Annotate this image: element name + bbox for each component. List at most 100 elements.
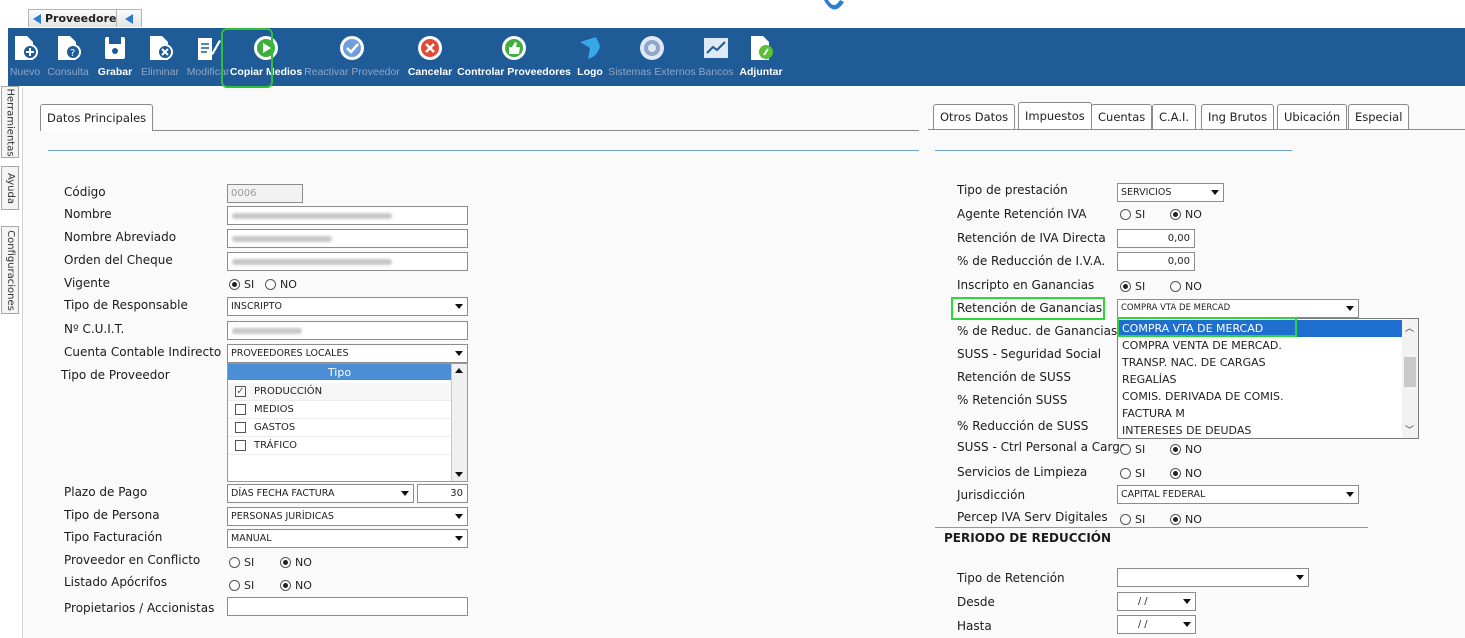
tab-cai[interactable]: C.A.I. (1152, 104, 1197, 129)
list-item[interactable]: ✓ PRODUCCIÓN (228, 383, 451, 401)
nuevo-button[interactable]: Nuevo (8, 28, 42, 86)
consulta-button[interactable]: ? Consulta (42, 28, 94, 86)
vigente-no-radio[interactable]: NO (265, 278, 297, 291)
limpieza-no-radio[interactable]: NO (1170, 467, 1202, 480)
copiar-medios-button[interactable]: Copiar Medios (230, 28, 302, 86)
dropdown-scrollbar[interactable]: ︿ ﹀ (1402, 319, 1418, 438)
pct-red-suss-label: % Reducción de SUSS (957, 419, 1089, 433)
cuenta-contable-select[interactable]: PROVEEDORES LOCALES (227, 344, 468, 363)
hasta-date-select[interactable]: / / (1117, 615, 1196, 634)
apocrifos-si-radio[interactable]: SI (229, 579, 254, 592)
orden-cheque-field[interactable] (227, 252, 468, 271)
dropdown-option[interactable]: COMIS. DERIVADA DE COMIS. (1119, 388, 1402, 405)
document-tab-proveedores[interactable]: Proveedores (28, 9, 130, 27)
red-iva-label: % de Reducción de I.V.A. (957, 254, 1106, 268)
logo-button[interactable]: Logo (572, 28, 608, 86)
separator-line (935, 150, 1292, 151)
vigente-si-radio[interactable]: SI (229, 278, 254, 291)
tab-datos-principales[interactable]: Datos Principales (40, 104, 154, 131)
adjuntar-button[interactable]: Adjuntar (736, 28, 786, 86)
tab-impuestos[interactable]: Impuestos (1018, 102, 1092, 129)
tab-ing-brutos[interactable]: Ing Brutos (1201, 104, 1275, 129)
tab-cuentas[interactable]: Cuentas (1091, 104, 1153, 129)
checkbox-icon[interactable] (235, 422, 246, 433)
percep-si-radio[interactable]: SI (1120, 513, 1145, 526)
tipo-persona-select[interactable]: PERSONAS JURÍDICAS (227, 507, 468, 526)
suss-ctrl-no-radio[interactable]: NO (1170, 443, 1202, 456)
checkbox-icon[interactable] (235, 440, 246, 451)
consulta-label: Consulta (47, 66, 89, 78)
list-item[interactable]: MEDIOS (228, 401, 451, 419)
radio-dot (1120, 514, 1131, 525)
chevron-down-icon[interactable]: ﹀ (1405, 423, 1414, 436)
nombre-field[interactable] (227, 206, 468, 225)
tab-label: Otros Datos (940, 110, 1009, 124)
controlar-proveedores-button[interactable]: Controlar Proveedores (456, 28, 572, 86)
tipo-retencion-select[interactable] (1117, 568, 1309, 587)
new-document-tab[interactable] (116, 9, 142, 27)
tab-ubicacion[interactable]: Ubicación (1277, 104, 1348, 129)
dropdown-option[interactable]: COMPRA VENTA DE MERCAD. (1119, 337, 1402, 354)
cuit-field[interactable] (227, 321, 468, 340)
ret-ganancias-select[interactable]: COMPRA VTA DE MERCAD (1117, 299, 1359, 318)
percep-no-radio[interactable]: NO (1170, 513, 1202, 526)
nombre-abreviado-field[interactable] (227, 229, 468, 248)
tipo-prestacion-select[interactable]: SERVICIOS (1117, 183, 1224, 202)
eliminar-button[interactable]: Eliminar (136, 28, 184, 86)
sistemas-externos-button[interactable]: Sistemas Externos (608, 28, 696, 86)
inscripto-no-radio[interactable]: NO (1170, 280, 1202, 293)
codigo-field[interactable]: 0006 (227, 184, 303, 203)
tab-otros-datos[interactable]: Otros Datos (933, 104, 1016, 129)
dropdown-option[interactable]: REGALÍAS (1119, 371, 1402, 388)
cancelar-button[interactable]: Cancelar (404, 28, 456, 86)
agente-iva-no-radio[interactable]: NO (1170, 208, 1202, 221)
chevron-down-icon (455, 304, 463, 309)
propietarios-field[interactable] (227, 597, 468, 616)
side-tab-ayuda[interactable]: Ayuda (1, 166, 19, 210)
list-item[interactable]: GASTOS (228, 419, 451, 437)
thumbs-up-icon (499, 33, 529, 63)
scroll-down-icon[interactable] (455, 472, 463, 477)
dropdown-option[interactable]: COMPRA VTA DE MERCAD (1119, 320, 1402, 337)
ret-iva-directa-field[interactable]: 0,00 (1117, 229, 1195, 248)
side-tab-herramientas[interactable]: Herramientas (1, 86, 19, 158)
conflicto-si-radio[interactable]: SI (229, 556, 254, 569)
tipo-responsable-select[interactable]: INSCRIPTO (227, 297, 468, 316)
conflicto-no-radio[interactable]: NO (280, 556, 312, 569)
red-iva-field[interactable]: 0,00 (1117, 252, 1195, 271)
reactivar-proveedor-button[interactable]: Reactivar Proveedor (300, 28, 404, 86)
tab-especial[interactable]: Especial (1348, 104, 1410, 129)
chevron-down-icon (455, 536, 463, 541)
apocrifos-no-radio[interactable]: NO (280, 579, 312, 592)
grabar-button[interactable]: Grabar (94, 28, 136, 86)
tipo-proveedor-list[interactable]: Tipo ✓ PRODUCCIÓN MEDIOS GASTOS TRÁFICO (227, 363, 468, 482)
select-value: / / (1138, 596, 1148, 607)
inscripto-si-radio[interactable]: SI (1120, 280, 1145, 293)
dropdown-option[interactable]: TRANSP. NAC. DE CARGAS (1119, 354, 1402, 371)
desde-date-select[interactable]: / / (1117, 592, 1196, 611)
dropdown-option[interactable]: FACTURA M (1119, 405, 1402, 422)
plazo-dias-field[interactable]: 30 (417, 484, 468, 503)
list-item[interactable]: TRÁFICO (228, 437, 451, 455)
chevron-up-icon[interactable]: ︿ (1405, 321, 1414, 334)
list-scrollbar[interactable] (451, 364, 467, 481)
limpieza-si-radio[interactable]: SI (1120, 467, 1145, 480)
suss-ctrl-si-radio[interactable]: SI (1120, 443, 1145, 456)
side-tab-configuraciones[interactable]: Configuraciones (1, 226, 19, 314)
modificar-button[interactable]: Modificar (184, 28, 232, 86)
agente-iva-si-radio[interactable]: SI (1120, 208, 1145, 221)
side-tab-strip: Herramientas Ayuda Configuraciones (0, 86, 20, 638)
scroll-thumb[interactable] (1404, 357, 1416, 387)
ret-ganancias-dropdown-list[interactable]: COMPRA VTA DE MERCAD COMPRA VENTA DE MER… (1117, 318, 1419, 439)
main-toolbar: Nuevo ? Consulta Grabar Eliminar Modific… (8, 28, 1465, 86)
scroll-up-icon[interactable] (455, 368, 463, 373)
jurisdiccion-select[interactable]: CAPITAL FEDERAL (1117, 485, 1359, 504)
plazo-pago-select[interactable]: DÍAS FECHA FACTURA (227, 484, 414, 503)
checkbox-icon[interactable] (235, 404, 246, 415)
checkbox-checked-icon[interactable]: ✓ (235, 386, 246, 397)
dropdown-option[interactable]: INTERESES DE DEUDAS (1119, 422, 1402, 439)
radio-label: SI (1135, 443, 1146, 456)
bancos-button[interactable]: Bancos (696, 28, 736, 86)
tipo-facturacion-select[interactable]: MANUAL (227, 529, 468, 548)
chevron-down-icon (1183, 599, 1191, 604)
